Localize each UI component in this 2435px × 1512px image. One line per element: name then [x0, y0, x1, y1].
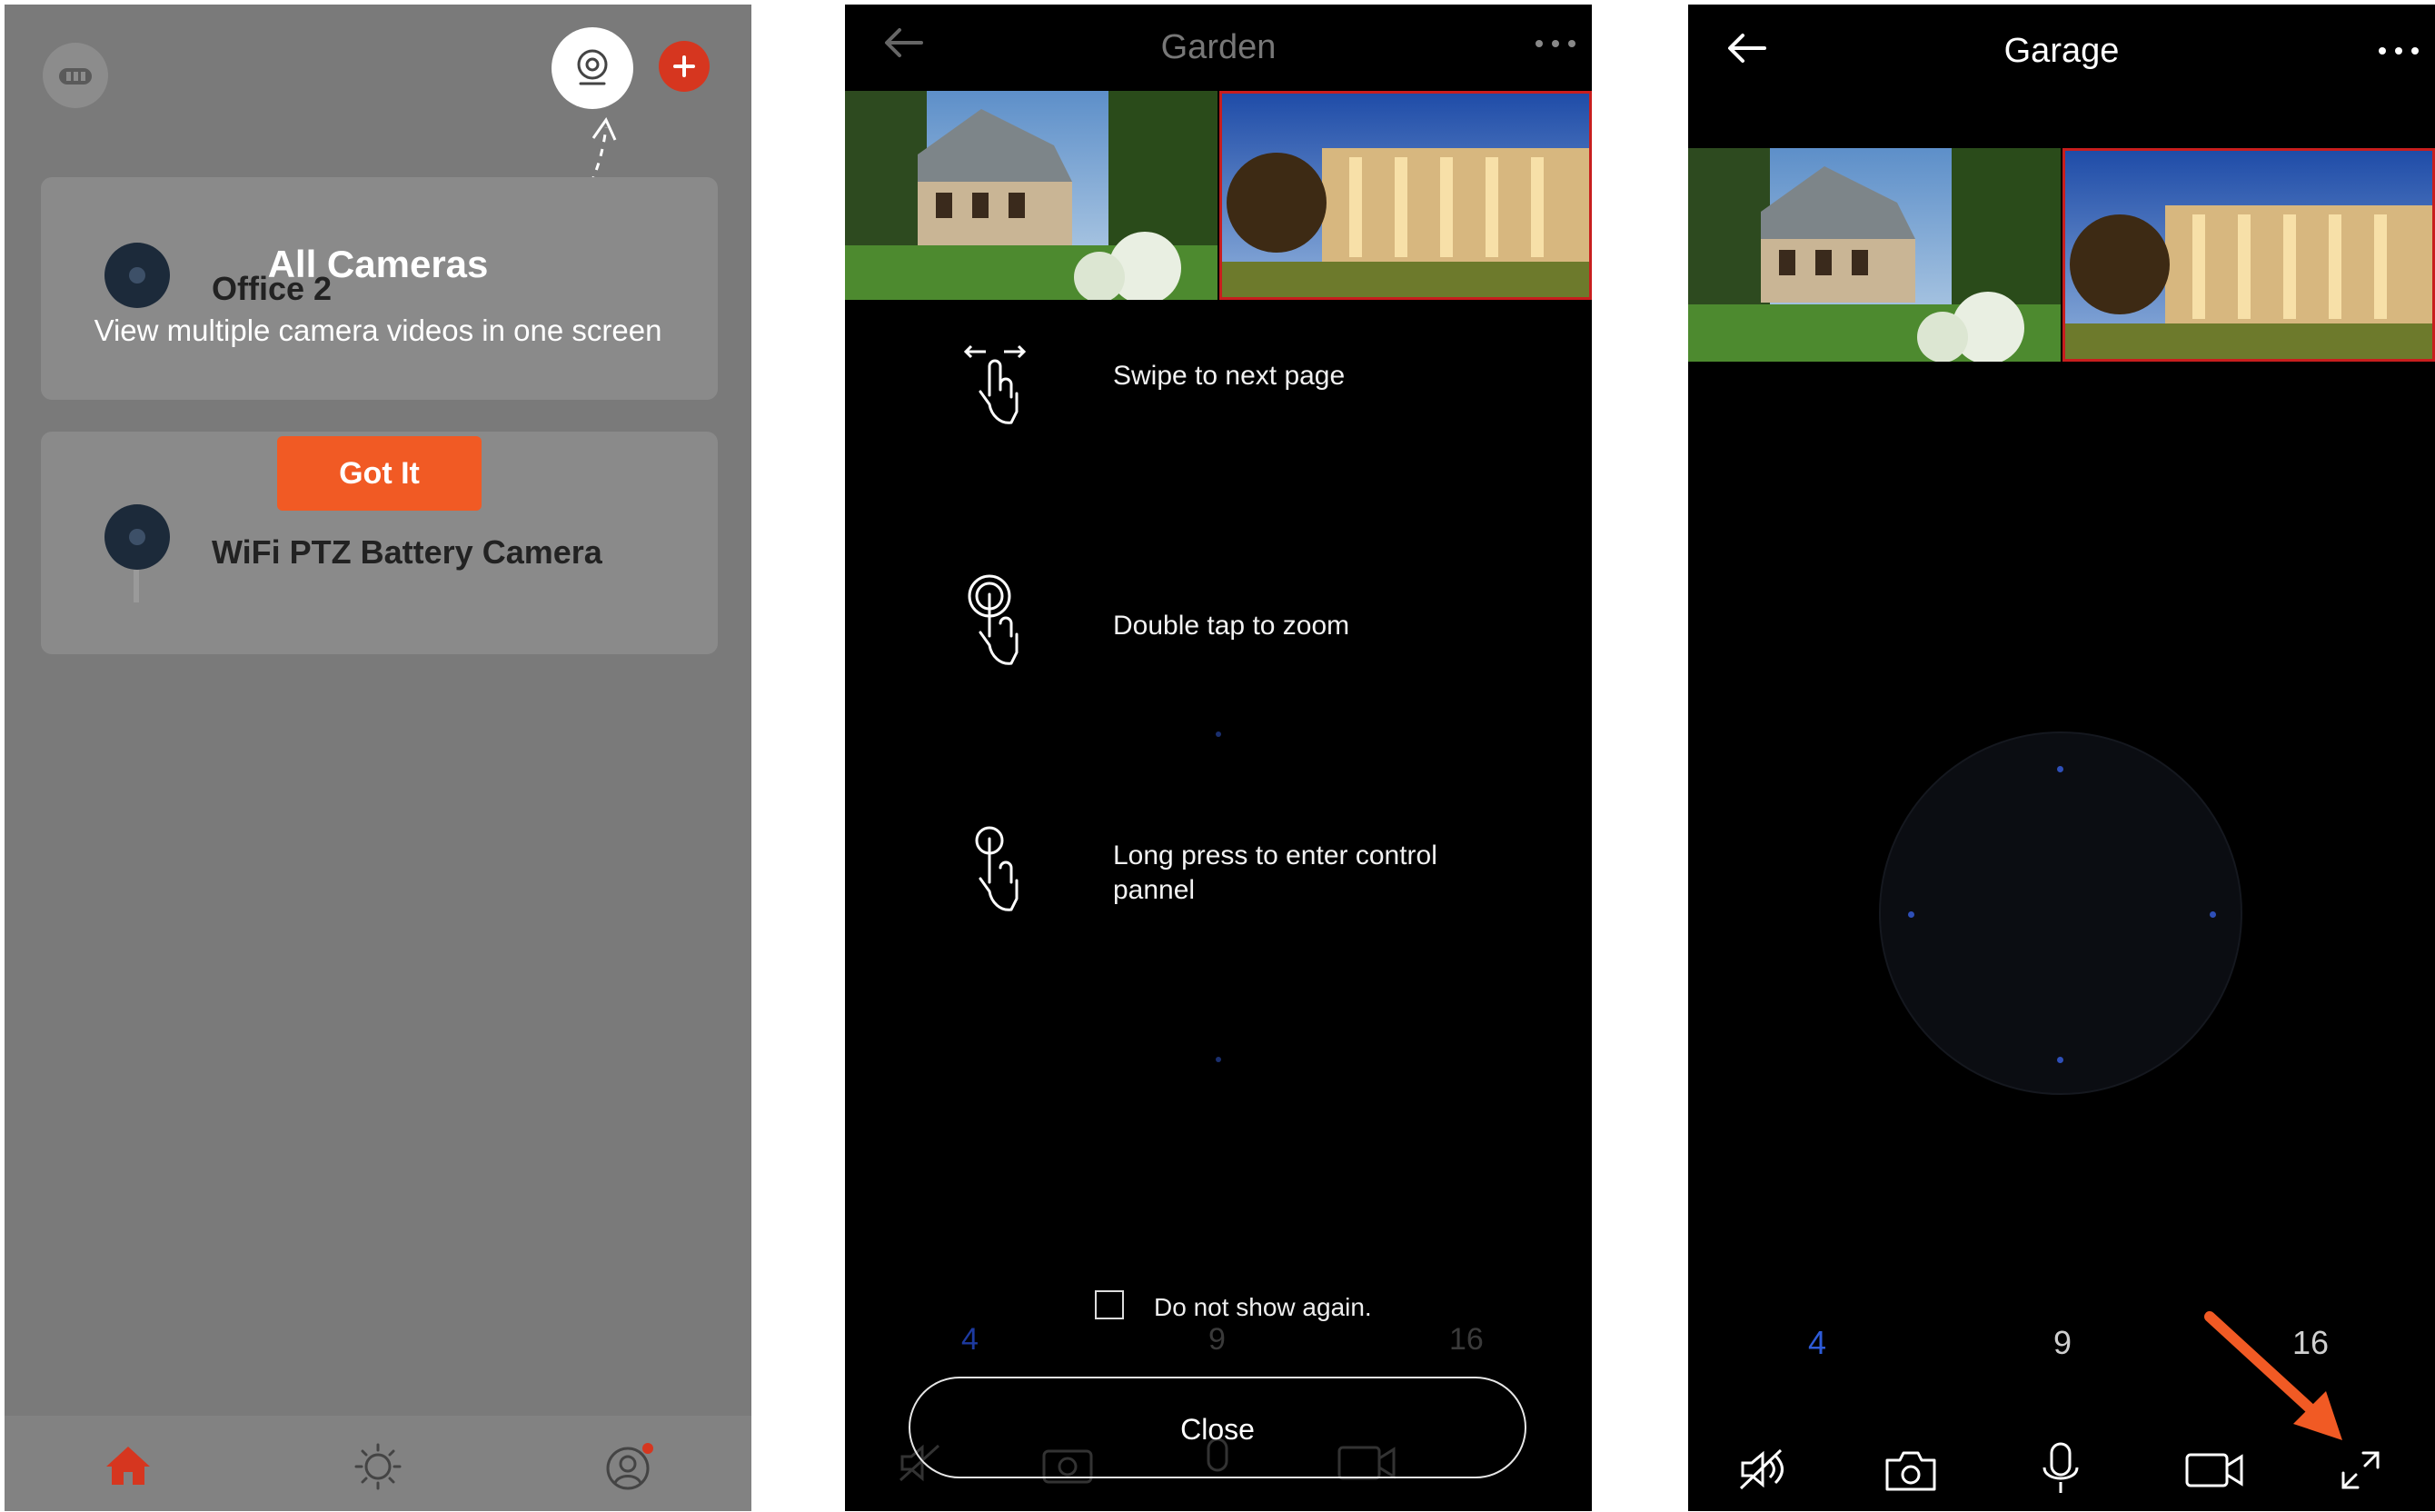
close-button[interactable]: Close [909, 1377, 1526, 1478]
long-press-gesture-icon [975, 826, 1019, 911]
camera-stand [134, 570, 139, 602]
camera-list-screen: Office 2 All Cameras View multiple camer… [5, 5, 751, 1511]
annotation-arrow [2204, 1311, 2342, 1440]
home-icon[interactable] [103, 1443, 154, 1488]
gesture-label: Double tap to zoom [1113, 611, 1350, 641]
layout-option-4[interactable]: 4 [1808, 1324, 1826, 1362]
camera-thumbnail[interactable] [845, 91, 1218, 300]
add-device-button[interactable] [659, 41, 710, 92]
tooltip-subtitle: View multiple camera videos in one scree… [94, 313, 662, 347]
tooltip-title: All Cameras [267, 243, 489, 285]
add-icon [673, 55, 695, 77]
cloud-icon[interactable] [43, 43, 108, 108]
camera-thumbnail[interactable] [1688, 148, 2061, 362]
camera-thumbnail-icon [104, 504, 170, 570]
gesture-label: Long press to enter control pannel [1113, 841, 1437, 905]
snapshot-icon[interactable] [1883, 1447, 1938, 1493]
device-name: WiFi PTZ Battery Camera [212, 533, 602, 571]
dont-show-label: Do not show again. [1154, 1293, 1372, 1321]
ptz-down-dot[interactable] [2057, 1057, 2063, 1063]
ptz-control-pad[interactable] [1879, 731, 2242, 1095]
dont-show-checkbox[interactable] [1095, 1290, 1124, 1319]
device-card[interactable]: Office 2 [41, 177, 718, 400]
all-cameras-button[interactable] [552, 27, 633, 109]
layout-option-9[interactable]: 9 [1208, 1322, 1226, 1358]
ptz-up-dot[interactable] [2057, 766, 2063, 772]
dim-dot [1216, 731, 1221, 737]
layout-option-4[interactable]: 4 [961, 1322, 979, 1358]
mute-icon[interactable] [1735, 1445, 1794, 1494]
got-it-button[interactable]: Got It [277, 436, 482, 511]
profile-icon[interactable] [602, 1439, 657, 1494]
dim-dot [1216, 1057, 1221, 1062]
camera-view-icon [577, 49, 608, 85]
page-title: Garage [2003, 32, 2120, 70]
camera-thumbnail[interactable] [1219, 91, 1592, 300]
ptz-right-dot[interactable] [2210, 911, 2216, 918]
layout-option-9[interactable]: 9 [2053, 1324, 2072, 1362]
swipe-gesture-icon [963, 344, 1027, 424]
more-options-icon[interactable] [2377, 46, 2420, 55]
double-tap-gesture-icon [968, 574, 1019, 665]
record-icon[interactable] [2183, 1449, 2247, 1491]
camera-thumbnail[interactable] [2062, 148, 2435, 362]
microphone-icon[interactable] [2038, 1440, 2083, 1498]
garden-live-screen: Garden Swipe to next page Double tap to … [845, 5, 1592, 1511]
gesture-label: Swipe to next page [1113, 361, 1346, 391]
fullscreen-icon[interactable] [2338, 1447, 2383, 1493]
layout-option-16[interactable]: 16 [1449, 1322, 1484, 1358]
ptz-left-dot[interactable] [1908, 911, 1914, 918]
garage-live-screen: Garage 4 9 16 [1688, 5, 2435, 1511]
light-icon[interactable] [353, 1441, 403, 1492]
more-options-icon[interactable] [1534, 39, 1577, 48]
bottom-nav [5, 1416, 751, 1511]
page-title: Garden [1160, 28, 1277, 66]
